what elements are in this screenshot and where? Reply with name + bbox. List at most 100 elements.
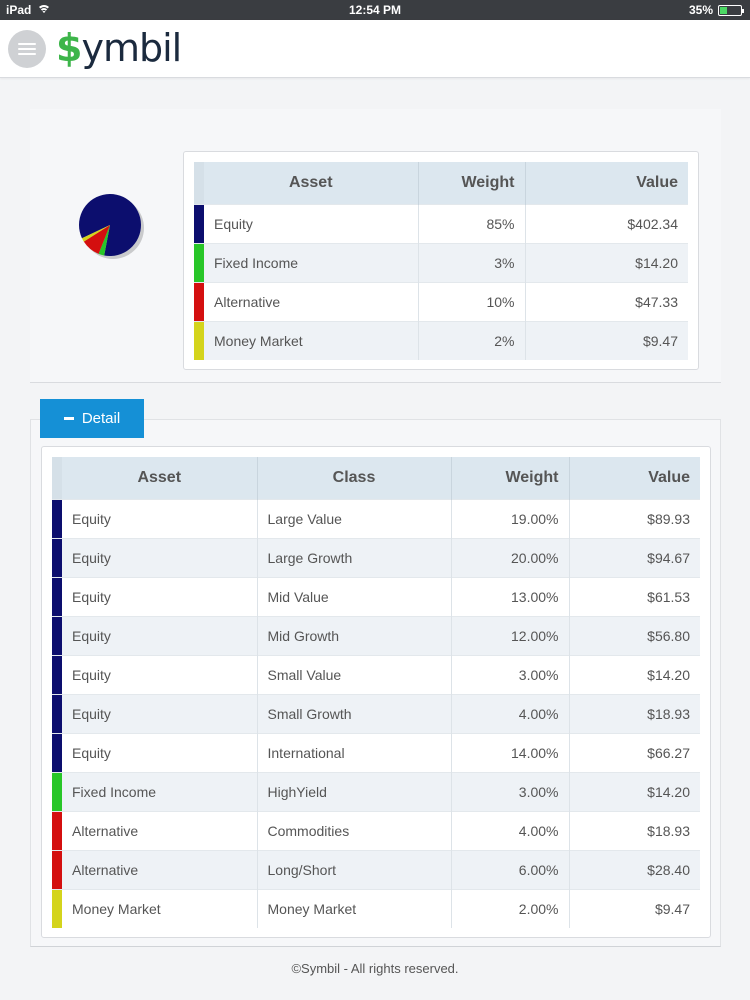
class-cell: Money Market [257, 888, 452, 928]
asset-cell: Money Market [62, 888, 258, 928]
detail-table-card: Asset Class Weight Value Equity Large Val… [41, 446, 711, 938]
class-cell: Small Growth [257, 693, 452, 733]
battery-icon [718, 4, 744, 16]
asset-cell: Equity [62, 498, 258, 538]
weight-cell: 10% [418, 281, 526, 321]
color-header [52, 457, 62, 499]
asset-cell: Money Market [204, 320, 419, 360]
value-cell: $94.67 [569, 537, 700, 577]
weight-cell: 3.00% [451, 771, 570, 811]
detail-row: Equity Small Value 3.00% $14.20 [52, 654, 700, 694]
detail-table: Asset Class Weight Value Equity Large Val… [52, 457, 700, 928]
value-cell: $14.20 [569, 771, 700, 811]
detail-row: Money Market Money Market 2.00% $9.47 [52, 888, 700, 928]
value-cell: $9.47 [525, 320, 688, 360]
value-cell: $61.53 [569, 576, 700, 616]
menu-line-icon [18, 43, 36, 45]
asset-cell: Alternative [62, 810, 258, 850]
detail-row: Equity Mid Value 13.00% $61.53 [52, 576, 700, 616]
status-bar: iPad 12:54 PM 35% [0, 0, 750, 20]
menu-line-icon [18, 48, 36, 50]
asset-color-swatch [52, 849, 62, 889]
summary-table: Asset Weight Value Equity 85% $402.34 Fixed… [194, 162, 688, 360]
asset-cell: Equity [62, 654, 258, 694]
summary-row: Fixed Income 3% $14.20 [194, 242, 688, 282]
value-cell: $18.93 [569, 810, 700, 850]
weight-cell: 3% [418, 242, 526, 282]
asset-color-swatch [52, 810, 62, 850]
weight-cell: 3.00% [451, 654, 570, 694]
value-cell: $47.33 [525, 281, 688, 321]
asset-color-swatch [194, 320, 204, 360]
symbil-logo[interactable]: $ymbil [56, 26, 182, 70]
weight-cell: 14.00% [451, 732, 570, 772]
asset-header: Asset [204, 162, 419, 204]
value-cell: $14.20 [525, 242, 688, 282]
detail-button-label: Detail [81, 410, 121, 427]
asset-color-swatch [52, 693, 62, 733]
value-header: Value [525, 162, 688, 204]
weight-cell: 13.00% [451, 576, 570, 616]
weight-cell: 4.00% [451, 810, 570, 850]
weight-cell: 19.00% [451, 498, 570, 538]
detail-row: Equity Large Growth 20.00% $94.67 [52, 537, 700, 577]
pie-svg [79, 194, 144, 259]
asset-color-swatch [52, 498, 62, 538]
summary-row: Alternative 10% $47.33 [194, 281, 688, 321]
color-header [194, 162, 204, 204]
allocation-pie-chart [78, 193, 148, 263]
weight-cell: 2% [418, 320, 526, 360]
value-cell: $14.20 [569, 654, 700, 694]
detail-row: Equity Small Growth 4.00% $18.93 [52, 693, 700, 733]
asset-color-swatch [194, 281, 204, 321]
asset-cell: Alternative [204, 281, 419, 321]
asset-color-swatch [52, 771, 62, 811]
detail-row: Equity Large Value 19.00% $89.93 [52, 498, 700, 538]
class-cell: Commodities [257, 810, 452, 850]
asset-color-swatch [194, 242, 204, 282]
hamburger-menu-button[interactable] [8, 30, 46, 68]
asset-color-swatch [194, 203, 204, 243]
class-header: Class [257, 457, 452, 499]
detail-row: Alternative Long/Short 6.00% $28.40 [52, 849, 700, 889]
value-cell: $9.47 [569, 888, 700, 928]
asset-color-swatch [52, 732, 62, 772]
summary-table-card: Asset Weight Value Equity 85% $402.34 Fixed… [183, 151, 699, 370]
asset-color-swatch [52, 888, 62, 928]
menu-line-icon [18, 53, 36, 55]
battery-percent: 35% [688, 3, 713, 17]
footer-copyright: ©Symbil - All rights reserved. [291, 961, 459, 976]
detail-toggle-button[interactable]: Detail [40, 399, 144, 438]
detail-row: Equity Mid Growth 12.00% $56.80 [52, 615, 700, 655]
detail-row: Equity International 14.00% $66.27 [52, 732, 700, 772]
detail-row: Alternative Commodities 4.00% $18.93 [52, 810, 700, 850]
class-cell: Long/Short [257, 849, 452, 889]
class-cell: Large Growth [257, 537, 452, 577]
asset-header: Asset [62, 457, 258, 499]
asset-cell: Equity [62, 732, 258, 772]
asset-cell: Equity [62, 693, 258, 733]
asset-cell: Equity [62, 615, 258, 655]
weight-cell: 12.00% [451, 615, 570, 655]
value-cell: $56.80 [569, 615, 700, 655]
weight-cell: 4.00% [451, 693, 570, 733]
asset-color-swatch [52, 576, 62, 616]
asset-color-swatch [52, 615, 62, 655]
asset-color-swatch [52, 654, 62, 694]
app-header: $ymbil [0, 20, 750, 78]
status-right: 35% [688, 3, 744, 17]
asset-cell: Equity [204, 203, 419, 243]
minus-icon [63, 417, 74, 420]
class-cell: Mid Growth [257, 615, 452, 655]
value-cell: $66.27 [569, 732, 700, 772]
class-cell: Mid Value [257, 576, 452, 616]
weight-header: Weight [451, 457, 570, 499]
value-cell: $402.34 [525, 203, 688, 243]
class-cell: Large Value [257, 498, 452, 538]
weight-cell: 6.00% [451, 849, 570, 889]
value-header: Value [569, 457, 700, 499]
weight-cell: 20.00% [451, 537, 570, 577]
class-cell: International [257, 732, 452, 772]
summary-row: Money Market 2% $9.47 [194, 320, 688, 360]
summary-row: Equity 85% $402.34 [194, 203, 688, 243]
